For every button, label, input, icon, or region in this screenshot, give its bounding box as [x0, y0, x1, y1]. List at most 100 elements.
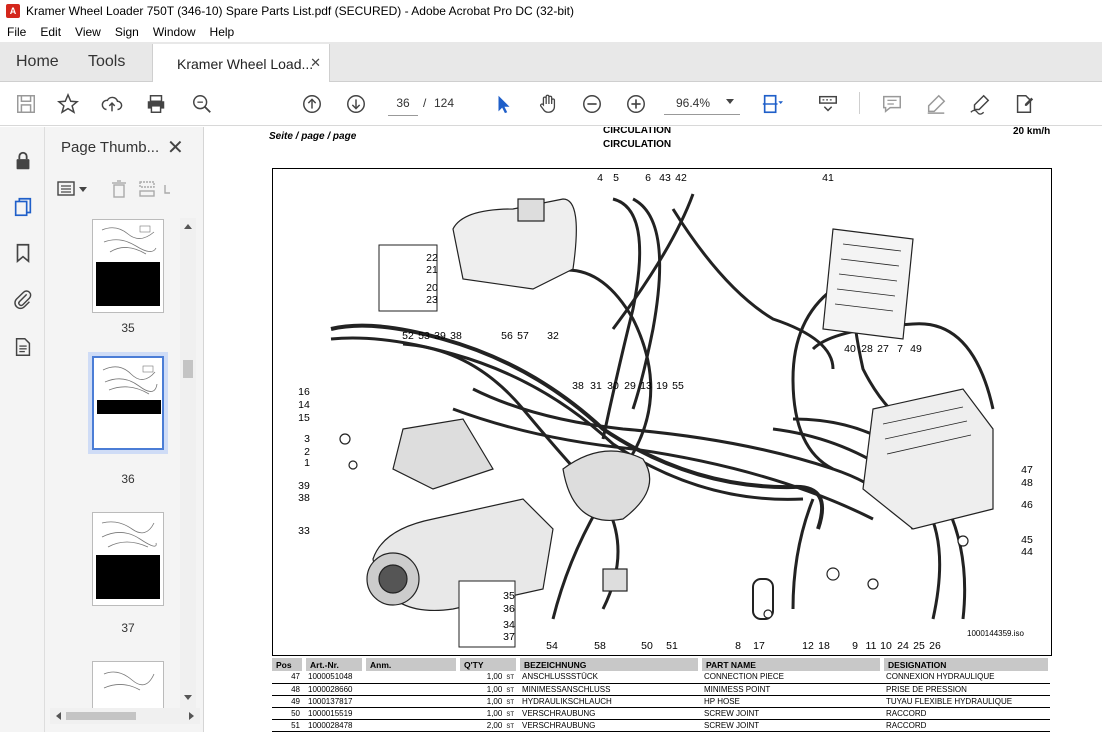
tab-tools[interactable]: Tools	[88, 42, 125, 82]
page-number-input[interactable]	[388, 90, 418, 116]
table-cell-bez: HYDRAULIKSCHLAUCH	[518, 695, 700, 708]
thumbnail-horizontal-scrollbar[interactable]	[50, 708, 200, 724]
table-header-row: Pos Art.-Nr. Anm. Q'TY BEZEICHNUNG PART …	[272, 658, 1052, 671]
menu-edit[interactable]: Edit	[33, 25, 68, 39]
callout-number: 5	[613, 172, 619, 184]
menu-window[interactable]: Window	[146, 25, 203, 39]
zoom-out-icon[interactable]	[580, 92, 604, 116]
close-panel-icon[interactable]: ✕	[167, 135, 184, 160]
callout-number: 37	[503, 631, 515, 643]
menu-view[interactable]: View	[68, 25, 108, 39]
callout-number: 15	[298, 412, 310, 424]
thumbnail-options-icon[interactable]	[57, 180, 87, 198]
next-page-icon[interactable]	[344, 92, 368, 116]
comment-icon[interactable]	[880, 92, 904, 116]
bookmarks-icon[interactable]	[11, 241, 35, 265]
callout-number: 16	[298, 386, 310, 398]
extract-page-icon[interactable]	[137, 179, 157, 199]
scroll-up-icon[interactable]	[180, 220, 196, 232]
page-thumbnails-icon[interactable]	[11, 195, 35, 219]
fill-sign-icon[interactable]	[1012, 92, 1036, 116]
tab-home[interactable]: Home	[16, 42, 59, 82]
thumbnail-vertical-scrollbar[interactable]	[180, 218, 196, 708]
highlight-pen-icon[interactable]	[924, 92, 948, 116]
rotate-page-icon[interactable]	[163, 179, 171, 199]
callout-number: 21	[426, 264, 438, 276]
table-cell-qty: 1,00 ST	[458, 707, 518, 720]
callout-number: 48	[1021, 477, 1033, 489]
save-icon[interactable]	[14, 92, 38, 116]
table-cell-art: 1000051048	[304, 671, 364, 684]
scrolling-mode-icon[interactable]	[816, 92, 840, 116]
thumbnail-page-36[interactable]	[88, 352, 168, 454]
column-header: BEZEICHNUNG	[518, 658, 702, 671]
callout-number: 32	[547, 330, 559, 342]
scrollbar-thumb[interactable]	[183, 360, 193, 378]
scrollbar-thumb[interactable]	[66, 712, 136, 720]
table-row: 49 1000137817 1,00 ST HYDRAULIKSCHLAUCH HP HO…	[272, 695, 1050, 708]
scroll-right-icon[interactable]	[186, 708, 198, 724]
zoom-in-icon[interactable]	[624, 92, 648, 116]
table-cell-anm	[364, 719, 458, 732]
acrobat-app-icon: A	[6, 4, 20, 18]
quantity-unit: ST	[506, 675, 514, 682]
select-cursor-icon[interactable]	[492, 92, 516, 116]
hand-tool-icon[interactable]	[536, 92, 560, 116]
print-icon[interactable]	[144, 92, 168, 116]
lock-icon[interactable]	[11, 149, 35, 173]
callout-number: 57	[517, 330, 529, 342]
document-view[interactable]: Seite / page / page CIRCULATION CIRCULAT…	[205, 127, 1102, 732]
thumbnail-page-37[interactable]	[92, 512, 164, 606]
sign-pen-icon[interactable]	[968, 92, 992, 116]
quantity-value: 1,00	[486, 684, 503, 694]
document-properties-icon[interactable]	[11, 335, 35, 359]
table-cell-pos: 49	[272, 695, 304, 708]
fit-page-icon[interactable]	[760, 92, 784, 116]
table-cell-pos: 50	[272, 707, 304, 720]
upload-cloud-icon[interactable]	[100, 92, 124, 116]
thumbnail-page-35[interactable]	[92, 219, 164, 313]
thumbnail-diagram	[103, 671, 155, 691]
menu-sign[interactable]: Sign	[108, 25, 146, 39]
menu-file[interactable]: File	[0, 25, 33, 39]
callout-number: 17	[753, 640, 765, 652]
delete-page-icon[interactable]	[109, 179, 129, 199]
thumbnail-diagram	[101, 225, 157, 255]
table-cell-part: MINIMESS POINT	[700, 683, 882, 696]
quantity-value: 1,00	[486, 708, 503, 718]
speed-label: 20 km/h	[1013, 127, 1051, 137]
previous-page-icon[interactable]	[300, 92, 324, 116]
table-cell-des: RACCORD	[882, 719, 1050, 732]
table-cell-part: SCREW JOINT	[700, 707, 882, 720]
callout-number: 25	[913, 640, 925, 652]
thumbnail-list: 35 36 37	[57, 219, 185, 709]
callout-number: 23	[426, 294, 438, 306]
tab-document-label: Kramer Wheel Load...	[177, 55, 314, 72]
callout-number: 27	[877, 343, 889, 355]
toolbar-divider	[859, 92, 860, 114]
attachments-paperclip-icon[interactable]	[11, 287, 35, 311]
table-cell-art: 1000028660	[304, 683, 364, 696]
page-total: 124	[434, 96, 455, 110]
table-row: 51 1000028478 2,00 ST VERSCHRAUBUNG SCREW JOI…	[272, 719, 1050, 732]
scroll-left-icon[interactable]	[52, 708, 64, 724]
thumbnail-page-38[interactable]	[92, 661, 164, 709]
zoom-search-icon[interactable]	[190, 92, 214, 116]
callout-number: 38	[298, 492, 310, 504]
table-cell-art: 1000028478	[304, 719, 364, 732]
scroll-down-icon[interactable]	[180, 692, 196, 704]
page-separator: /	[423, 96, 427, 110]
callout-number: 20	[426, 282, 438, 294]
close-tab-icon[interactable]: ✕	[310, 55, 321, 71]
tab-bar: Home Tools Kramer Wheel Load... ✕	[0, 42, 1102, 83]
callout-number: 55	[672, 380, 684, 392]
callout-number: 26	[929, 640, 941, 652]
callout-number: 58	[594, 640, 606, 652]
tab-document[interactable]: Kramer Wheel Load... ✕	[152, 44, 330, 83]
table-cell-anm	[364, 695, 458, 708]
table-cell-pos: 51	[272, 719, 304, 732]
callout-number: 28	[861, 343, 873, 355]
zoom-level-select[interactable]: 96.4%	[664, 91, 740, 115]
menu-help[interactable]: Help	[203, 25, 242, 39]
bookmark-star-icon[interactable]	[56, 92, 80, 116]
